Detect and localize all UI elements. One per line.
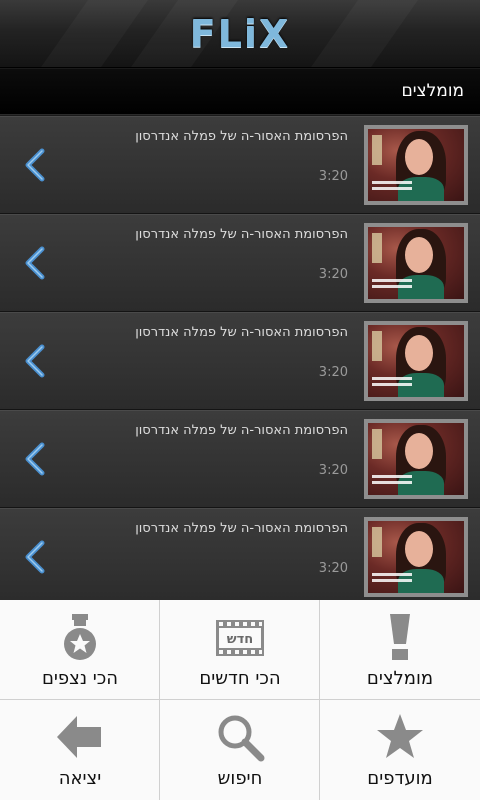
video-list-item[interactable]: הפרסומת האסור-ה של פמלה אנדרסון 3:20 <box>0 312 480 410</box>
menu-label: הכי נצפים <box>41 668 119 689</box>
chevron-left-icon[interactable] <box>20 243 50 283</box>
menu-recommended[interactable]: מומלצים <box>320 600 480 700</box>
chevron-left-icon[interactable] <box>20 145 50 185</box>
video-title: הפרסומת האסור-ה של פמלה אנדרסון <box>135 325 348 340</box>
menu-label: יציאה <box>58 768 102 789</box>
video-thumbnail <box>364 321 468 401</box>
new-badge-text: חדש <box>227 632 253 647</box>
exit-arrow-icon <box>57 716 101 758</box>
bottom-menu: הכי נצפים חדש הכי חדשים מומלצים יציאה חי… <box>0 600 480 800</box>
video-list-item[interactable]: הפרסומת האסור-ה של פמלה אנדרסון 3:20 <box>0 214 480 312</box>
video-duration: 3:20 <box>318 365 348 380</box>
menu-label: הכי חדשים <box>199 668 281 689</box>
video-list-item[interactable]: הפרסומת האסור-ה של פמלה אנדרסון 3:20 <box>0 116 480 214</box>
video-list-item[interactable]: הפרסומת האסור-ה של פמלה אנדרסון 3:20 <box>0 508 480 606</box>
menu-most-viewed[interactable]: הכי נצפים <box>0 600 160 700</box>
video-thumbnail <box>364 419 468 499</box>
menu-exit[interactable]: יציאה <box>0 700 160 800</box>
app-logo: FLiX <box>189 12 291 56</box>
video-thumbnail <box>364 125 468 205</box>
video-thumbnail <box>364 223 468 303</box>
video-title: הפרסומת האסור-ה של פמלה אנדרסון <box>135 521 348 536</box>
video-title: הפרסומת האסור-ה של פמלה אנדרסון <box>135 129 348 144</box>
menu-favorites[interactable]: מועדפים <box>320 700 480 800</box>
menu-search[interactable]: חיפוש <box>160 700 320 800</box>
video-duration: 3:20 <box>318 267 348 282</box>
chevron-left-icon[interactable] <box>20 341 50 381</box>
menu-label: מועדפים <box>367 768 433 789</box>
menu-label: מומלצים <box>366 668 434 689</box>
app-header: FLiX <box>0 0 480 68</box>
film-new-icon: חדש <box>216 620 264 656</box>
chevron-left-icon[interactable] <box>20 439 50 479</box>
app-root: FLiX מומלצים הפרסומת האסור-ה של פמלה אנד… <box>0 0 480 800</box>
video-thumbnail <box>364 517 468 597</box>
video-list: הפרסומת האסור-ה של פמלה אנדרסון 3:20 הפר… <box>0 116 480 606</box>
menu-label: חיפוש <box>217 768 263 789</box>
video-list-item[interactable]: הפרסומת האסור-ה של פמלה אנדרסון 3:20 <box>0 410 480 508</box>
search-icon <box>218 715 265 762</box>
section-title: מומלצים <box>401 81 464 101</box>
video-duration: 3:20 <box>318 561 348 576</box>
video-title: הפרסומת האסור-ה של פמלה אנדרסון <box>135 423 348 438</box>
chevron-left-icon[interactable] <box>20 537 50 577</box>
video-duration: 3:20 <box>318 169 348 184</box>
medal-icon <box>64 614 96 660</box>
menu-newest[interactable]: חדש הכי חדשים <box>160 600 320 700</box>
star-icon <box>377 714 423 758</box>
video-title: הפרסומת האסור-ה של פמלה אנדרסון <box>135 227 348 242</box>
video-duration: 3:20 <box>318 463 348 478</box>
exclamation-icon <box>390 614 410 660</box>
section-header: מומלצים <box>0 69 480 115</box>
